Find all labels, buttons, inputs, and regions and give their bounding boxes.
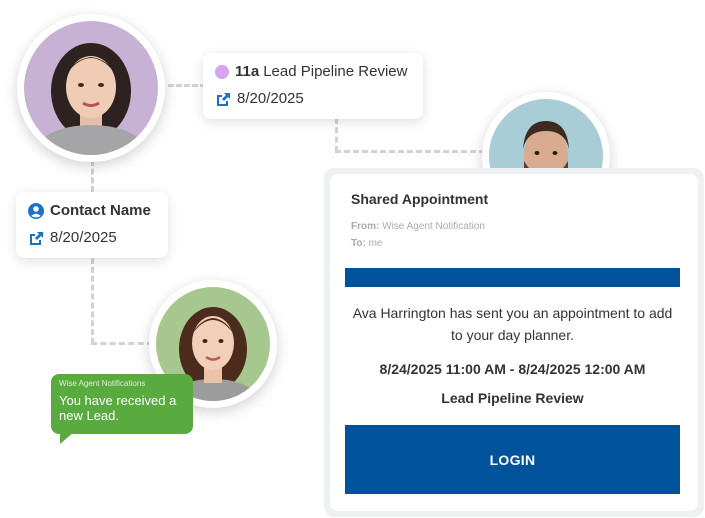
email-from-row: From: Wise Agent Notification	[351, 221, 485, 232]
appointment-name: Lead Pipeline Review	[441, 390, 584, 406]
email-to-value: me	[368, 238, 383, 249]
email-body: Ava Harrington has sent you an appointme…	[352, 305, 673, 343]
event-color-dot	[215, 64, 229, 79]
email-to-row: To: me	[351, 238, 383, 249]
email-to-label: To:	[351, 238, 366, 249]
email-header-bar	[345, 268, 680, 287]
connector-line	[335, 150, 485, 153]
bubble-tail	[60, 432, 74, 444]
contact-name-label: Contact Name	[50, 202, 151, 219]
share-icon	[217, 92, 230, 106]
event-time: 11a	[235, 63, 260, 80]
connector-line	[91, 342, 153, 345]
login-button[interactable]: LOGIN	[345, 425, 680, 494]
connector-line	[335, 118, 338, 152]
share-icon	[30, 231, 43, 245]
notification-message: You have received a new Lead.	[59, 393, 177, 423]
event-date: 8/20/2025	[237, 90, 304, 107]
contact-card[interactable]: Contact Name 8/20/2025	[16, 192, 168, 258]
email-from-label: From:	[351, 221, 380, 232]
connector-line	[168, 84, 206, 87]
connector-line	[91, 258, 94, 344]
email-from-value: Wise Agent Notification	[382, 221, 485, 232]
email-title: Shared Appointment	[351, 191, 489, 207]
event-title: Lead Pipeline Review	[263, 63, 408, 80]
avatar-contact-woman-dark-hair	[17, 14, 165, 162]
lead-notification-bubble[interactable]: Wise Agent Notifications You have receiv…	[51, 374, 193, 434]
notification-sender: Wise Agent Notifications	[59, 379, 146, 388]
login-button-label: LOGIN	[489, 451, 536, 468]
contact-date: 8/20/2025	[50, 229, 117, 246]
connector-line	[91, 160, 94, 192]
event-card[interactable]: 11a Lead Pipeline Review 8/20/2025	[203, 53, 423, 119]
appointment-time-range: 8/24/2025 11:00 AM - 8/24/2025 12:00 AM	[379, 361, 646, 377]
user-circle-icon	[28, 202, 44, 219]
